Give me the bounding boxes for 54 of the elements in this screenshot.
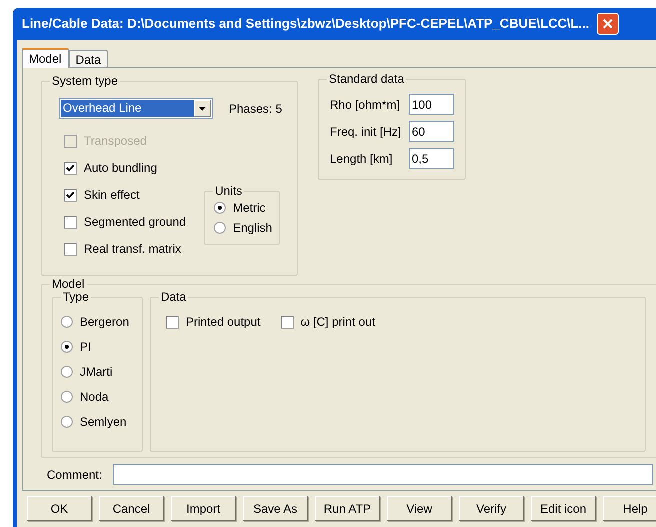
dialog-button[interactable]: Cancel — [99, 496, 164, 521]
dialog-button[interactable]: Import — [171, 496, 236, 521]
field-label: Freq. init [Hz] — [330, 124, 402, 140]
check-icon — [66, 164, 75, 172]
dialog-button[interactable]: View — [387, 496, 452, 521]
checkbox[interactable] — [280, 316, 294, 328]
radio-button[interactable] — [61, 391, 73, 403]
dialog-button[interactable]: Save As — [243, 496, 308, 521]
tab[interactable]: Data — [68, 50, 108, 68]
radio-button[interactable] — [61, 416, 73, 428]
close-icon — [603, 19, 614, 29]
radio-button[interactable] — [214, 202, 226, 214]
checkbox-label: Printed output — [186, 314, 261, 330]
radio-label: Semlyen — [80, 414, 127, 430]
radio-label: PI — [80, 339, 92, 355]
field-label: Length [km] — [330, 150, 394, 166]
input-field[interactable]: 100 — [409, 94, 454, 115]
checkbox-label: ω [C] print out — [300, 314, 376, 330]
field-label: Rho [ohm*m] — [330, 96, 402, 112]
radio-button[interactable] — [61, 366, 73, 378]
radio-button[interactable] — [61, 316, 73, 328]
dropdown-value: Overhead Line — [61, 100, 194, 117]
checkbox-label: Real transf. matrix — [84, 241, 182, 257]
comment-field[interactable] — [113, 464, 654, 485]
dialog-button[interactable]: Help — [603, 496, 656, 521]
input-field[interactable]: 0,5 — [409, 148, 454, 169]
checkbox[interactable] — [64, 188, 77, 202]
checkbox-label: Auto bundling — [84, 160, 158, 176]
radio-button[interactable] — [214, 222, 226, 234]
dialog-button[interactable]: Verify — [459, 496, 524, 521]
dialog-button[interactable]: Edit icon — [531, 496, 596, 521]
window-title: Line/Cable Data: D:\Documents and Settings\zbwz\Desktop\PFC-CEPEL\ATP_CBUE\LCC\L... — [22, 16, 590, 32]
radio-button[interactable] — [61, 341, 73, 353]
radio-label: Noda — [80, 389, 109, 405]
check-icon — [66, 190, 75, 200]
input-field[interactable]: 60 — [409, 121, 454, 142]
checkbox[interactable] — [64, 162, 77, 174]
system-type-dropdown[interactable]: Overhead Line — [59, 98, 213, 119]
radio-label: English — [233, 220, 272, 236]
checkbox-label: Skin effect — [84, 187, 140, 203]
comment-label: Comment: — [46, 466, 102, 482]
dialog-button[interactable]: Run ATP — [315, 496, 380, 521]
radio-label: Bergeron — [80, 314, 130, 330]
checkbox[interactable] — [64, 216, 77, 228]
phases-label: Phases: 5 — [229, 100, 282, 116]
tab[interactable]: Model — [22, 48, 69, 68]
checkbox-label: Transposed — [84, 133, 147, 149]
close-button[interactable] — [597, 13, 620, 35]
checkbox[interactable] — [166, 316, 179, 328]
checkbox-label: Segmented ground — [84, 214, 186, 230]
radio-label: Metric — [233, 200, 266, 216]
dialog-button[interactable]: OK — [27, 496, 92, 521]
checkbox[interactable] — [64, 242, 77, 256]
radio-label: JMarti — [80, 364, 113, 380]
